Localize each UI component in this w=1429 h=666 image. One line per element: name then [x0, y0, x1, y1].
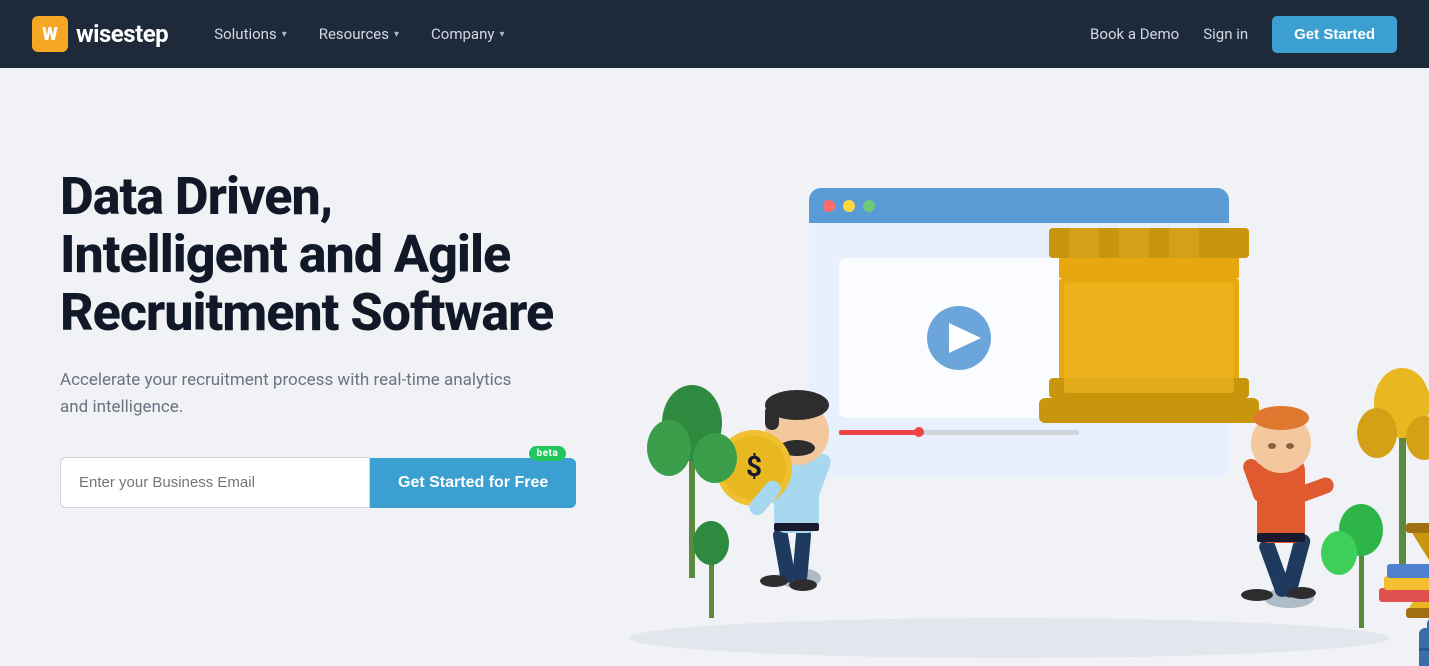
nav-links: Solutions ▾ Resources ▾ Company ▾ [200, 17, 1090, 51]
nav-right: Book a Demo Sign in Get Started [1090, 16, 1397, 53]
get-started-free-button[interactable]: Get Started for Free [370, 458, 576, 508]
hero-subtitle: Accelerate your recruitment process with… [60, 367, 520, 421]
navbar: W wisestep Solutions ▾ Resources ▾ Compa… [0, 0, 1429, 68]
beta-badge: beta [529, 446, 567, 461]
book-demo-link[interactable]: Book a Demo [1090, 25, 1179, 43]
hero-content: Data Driven, Intelligent and Agile Recru… [60, 148, 620, 508]
get-started-nav-button[interactable]: Get Started [1272, 16, 1397, 53]
chevron-down-icon: ▾ [499, 29, 504, 40]
hero-illustration-svg: $ [609, 128, 1429, 666]
hero-section: Data Driven, Intelligent and Agile Recru… [0, 68, 1429, 666]
chevron-down-icon: ▾ [394, 29, 399, 40]
logo-text: wisestep [76, 20, 168, 48]
hero-form: beta Get Started for Free [60, 457, 620, 508]
hero-title: Data Driven, Intelligent and Agile Recru… [60, 168, 620, 343]
svg-text:$: $ [746, 450, 762, 483]
sign-in-link[interactable]: Sign in [1203, 25, 1248, 43]
hero-illustration: $ [609, 128, 1429, 666]
logo[interactable]: W wisestep [32, 16, 168, 52]
nav-item-resources[interactable]: Resources ▾ [305, 17, 413, 51]
cta-button-wrapper: beta Get Started for Free [370, 458, 576, 508]
chevron-down-icon: ▾ [282, 29, 287, 40]
logo-icon: W [32, 16, 68, 52]
nav-item-solutions[interactable]: Solutions ▾ [200, 17, 301, 51]
email-input[interactable] [60, 457, 370, 508]
nav-item-company[interactable]: Company ▾ [417, 17, 518, 51]
